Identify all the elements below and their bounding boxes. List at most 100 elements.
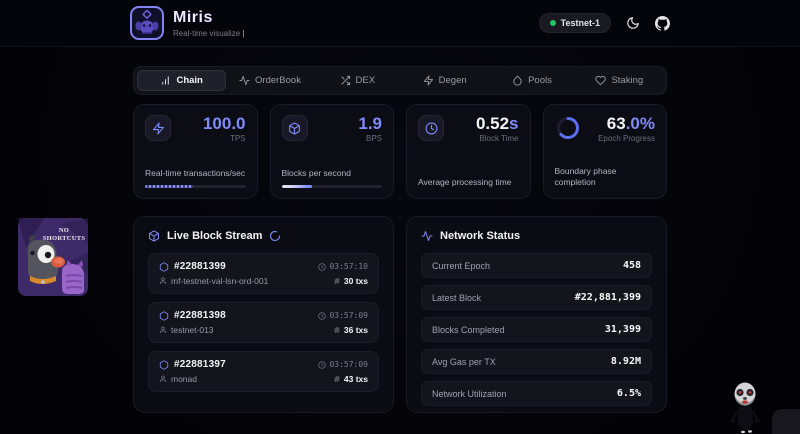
bps-value: 1.9	[358, 115, 382, 133]
cube-icon	[159, 360, 169, 370]
status-label: Avg Gas per TX	[432, 357, 496, 367]
status-row: Blocks Completed 31,399	[421, 317, 652, 342]
status-row: Avg Gas per TX 8.92M	[421, 349, 652, 374]
validator-name: mf-testnet-val-lsn-ord-001	[171, 276, 268, 286]
tps-progress-fill	[145, 185, 193, 188]
status-label: Current Epoch	[432, 261, 490, 271]
block-list: #22881399 03:57:10 mf-testnet-val-lsn-or…	[148, 253, 379, 392]
validator-name: testnet-013	[171, 325, 214, 335]
status-row: Latest Block #22,881,399	[421, 285, 652, 310]
typing-cursor: |	[242, 29, 244, 38]
status-value: 458	[623, 260, 641, 271]
activity-icon	[239, 75, 250, 86]
block-number: #22881398	[174, 310, 226, 321]
header-actions: Testnet-1	[539, 13, 670, 33]
tps-progress-bar	[145, 185, 246, 188]
hash-icon	[333, 326, 341, 334]
loader-icon	[269, 230, 281, 242]
clock-icon	[318, 361, 326, 369]
brand-text: Miris Real-time visualize |	[173, 9, 244, 38]
clock-icon	[425, 122, 438, 135]
app-title: Miris	[173, 9, 244, 27]
tx-count: 36 txs	[344, 325, 368, 335]
clock-icon	[318, 312, 326, 320]
status-value: 8.92M	[611, 356, 641, 367]
zap-icon-box	[145, 115, 171, 141]
bar-chart-icon	[160, 75, 171, 86]
bps-progress-bar	[282, 185, 383, 188]
bps-description: Blocks per second	[282, 168, 383, 179]
block-number: #22881399	[174, 261, 226, 272]
cube-icon	[159, 311, 169, 321]
app-subtitle: Real-time visualize |	[173, 29, 244, 38]
block-time: 03:57:09	[329, 360, 368, 369]
tab-label: DEX	[356, 75, 376, 86]
user-icon	[159, 277, 167, 285]
block-row[interactable]: #22881399 03:57:10 mf-testnet-val-lsn-or…	[148, 253, 379, 294]
block-time: 03:57:09	[329, 311, 368, 320]
epoch-description: Boundary phase completion	[555, 166, 656, 188]
cube-icon	[288, 122, 301, 135]
user-icon	[159, 326, 167, 334]
corner-card	[772, 409, 800, 434]
status-row: Current Epoch 458	[421, 253, 652, 278]
moon-icon	[626, 16, 640, 30]
tab-label: Pools	[528, 75, 552, 86]
tab-label: OrderBook	[255, 75, 301, 86]
tab-label: Degen	[439, 75, 467, 86]
user-icon	[159, 375, 167, 383]
brand: Miris Real-time visualize |	[130, 6, 244, 40]
status-value: 6.5%	[617, 388, 641, 399]
sticker-no-shortcuts: NO SHORTCUTS	[18, 218, 88, 296]
tab-orderbook[interactable]: OrderBook	[226, 70, 313, 91]
status-value: 31,399	[605, 324, 641, 335]
tab-degen[interactable]: Degen	[401, 70, 488, 91]
status-row: Network Utilization 6.5%	[421, 381, 652, 406]
block-number: #22881397	[174, 359, 226, 370]
stat-card-block-time: 0.52s Block Time Average processing time	[406, 104, 531, 199]
status-dot	[550, 20, 556, 26]
stat-card-epoch: 63.0% Epoch Progress Boundary phase comp…	[543, 104, 668, 199]
network-badge-label: Testnet-1	[561, 18, 600, 28]
tab-label: Chain	[176, 75, 202, 86]
status-label: Latest Block	[432, 293, 481, 303]
droplet-icon	[512, 75, 523, 86]
block-time-value: 0.52s	[476, 115, 519, 133]
tps-value: 100.0	[203, 115, 246, 133]
bps-unit: BPS	[358, 134, 382, 143]
status-label: Network Utilization	[432, 389, 507, 399]
theme-toggle-button[interactable]	[626, 16, 640, 30]
block-time-unit: Block Time	[476, 134, 519, 143]
app-header: Miris Real-time visualize | Testnet-1	[0, 0, 800, 47]
tab-pools[interactable]: Pools	[488, 70, 575, 91]
github-icon	[655, 16, 670, 31]
epoch-value: 63.0%	[598, 115, 655, 133]
block-stream-panel: Live Block Stream #22881399 03:57:10	[133, 216, 394, 413]
tab-staking[interactable]: Staking	[576, 70, 663, 91]
network-badge[interactable]: Testnet-1	[539, 13, 611, 33]
block-row[interactable]: #22881397 03:57:09 monad 43 txs	[148, 351, 379, 392]
tps-description: Real-time transactions/sec	[145, 168, 246, 179]
tab-bar: Chain OrderBook DEX Degen Pools Staking	[133, 66, 667, 95]
tab-dex[interactable]: DEX	[314, 70, 401, 91]
block-row[interactable]: #22881398 03:57:09 testnet-013 36	[148, 302, 379, 343]
sticker-skeleton	[726, 381, 764, 434]
stat-cards: 100.0 TPS Real-time transactions/sec 1.9	[133, 104, 667, 199]
block-stream-title: Live Block Stream	[167, 230, 262, 242]
network-status-title: Network Status	[440, 230, 520, 242]
subtitle-text: Real-time visualize	[173, 29, 240, 38]
screen: Miris Real-time visualize | Testnet-1	[0, 0, 800, 434]
clock-icon-box	[418, 115, 444, 141]
bps-progress-fill	[282, 185, 312, 188]
activity-icon	[421, 230, 433, 242]
validator-name: monad	[171, 374, 197, 384]
hash-icon	[333, 277, 341, 285]
github-button[interactable]	[655, 16, 670, 31]
status-list: Current Epoch 458 Latest Block #22,881,3…	[421, 253, 652, 406]
tab-chain[interactable]: Chain	[137, 70, 226, 91]
clock-icon	[318, 263, 326, 271]
status-value: #22,881,399	[575, 292, 641, 303]
cube-icon	[159, 262, 169, 272]
tx-count: 30 txs	[344, 276, 368, 286]
header-inner: Miris Real-time visualize | Testnet-1	[130, 0, 670, 46]
